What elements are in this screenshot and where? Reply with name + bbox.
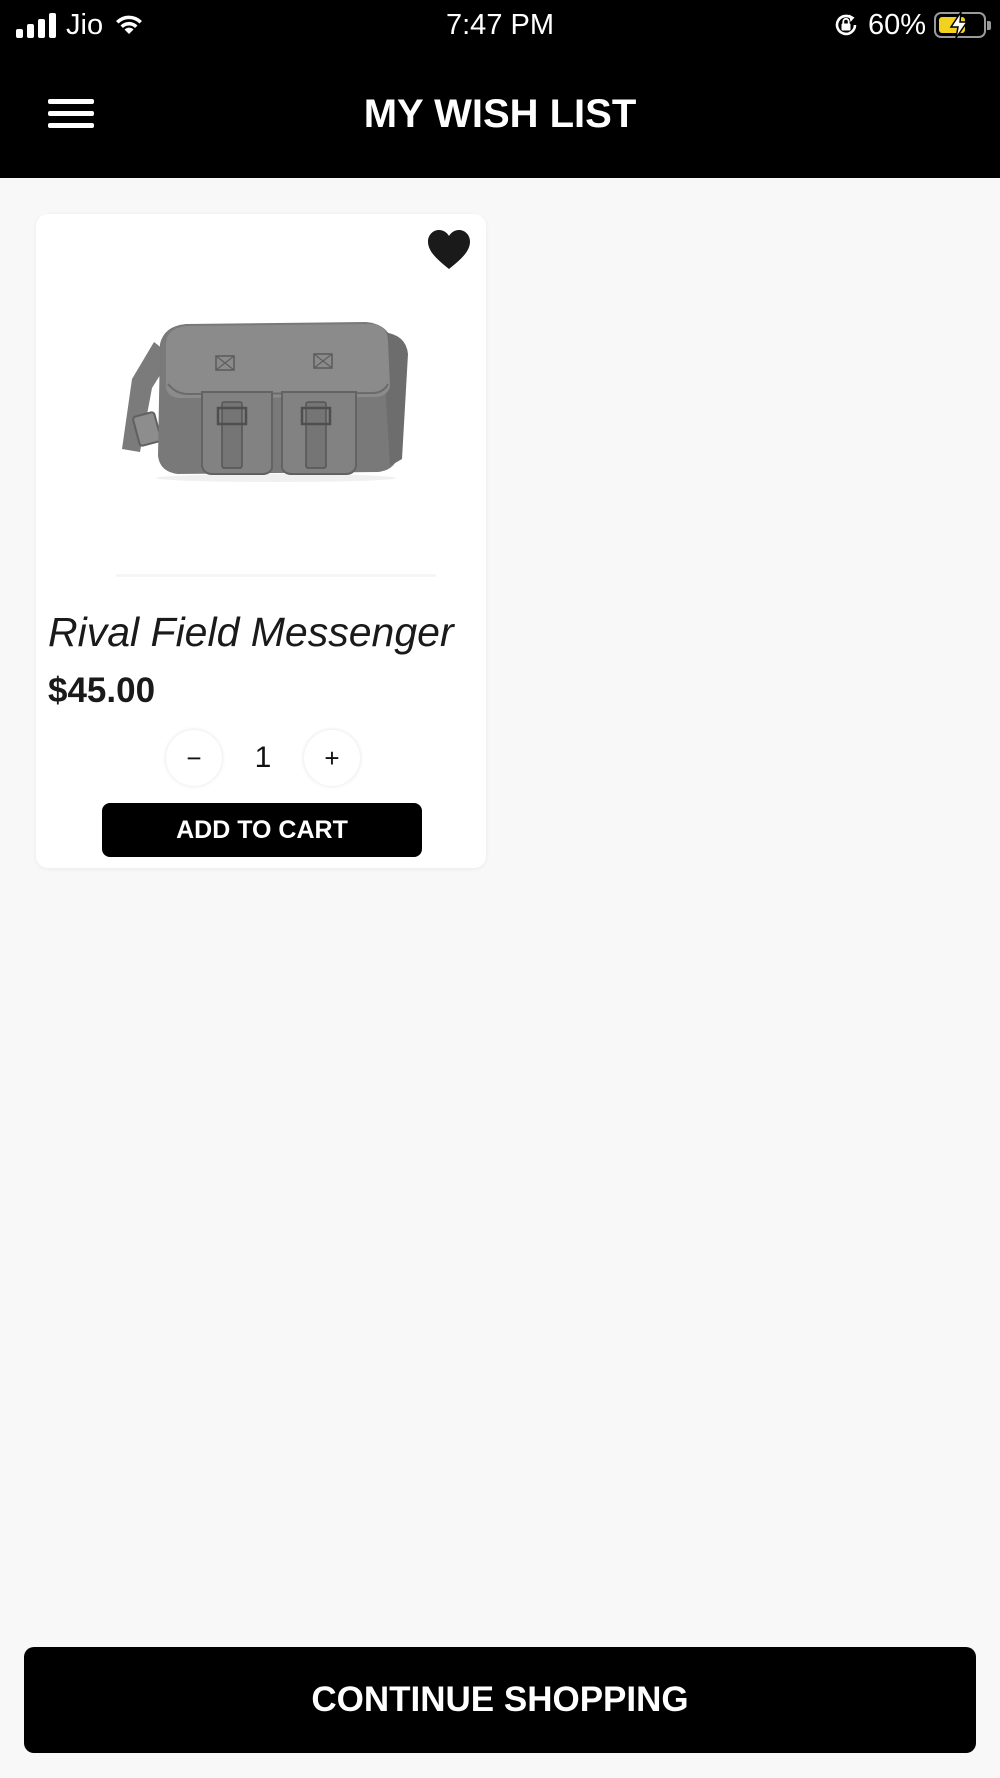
battery-icon xyxy=(934,11,991,39)
product-name[interactable]: Rival Field Messenger xyxy=(48,606,454,658)
heart-filled-icon[interactable] xyxy=(426,228,472,272)
image-divider xyxy=(116,574,436,577)
status-bar: Jio 7:47 PM 60% xyxy=(0,0,1000,50)
page-title: MY WISH LIST xyxy=(363,92,637,136)
battery-percentage: 60% xyxy=(867,9,926,41)
app-header: MY WISH LIST xyxy=(0,50,1000,178)
status-right: 60% xyxy=(832,8,991,42)
increase-quantity-button[interactable]: + xyxy=(304,730,360,786)
product-price: $45.00 xyxy=(48,671,156,710)
add-to-cart-button[interactable]: ADD TO CART xyxy=(102,803,422,857)
quantity-stepper: − 1 + xyxy=(166,730,360,788)
battery-tip xyxy=(987,21,991,30)
charging-bolt-icon xyxy=(949,11,969,39)
continue-shopping-button[interactable]: CONTINUE SHOPPING xyxy=(24,1647,976,1753)
decrease-quantity-button[interactable]: − xyxy=(166,730,222,786)
quantity-value: 1 xyxy=(254,741,272,774)
wishlist-product-card[interactable]: Rival Field Messenger $45.00 − 1 + ADD T… xyxy=(36,214,486,868)
orientation-lock-icon xyxy=(835,14,857,36)
product-image[interactable] xyxy=(116,284,436,484)
